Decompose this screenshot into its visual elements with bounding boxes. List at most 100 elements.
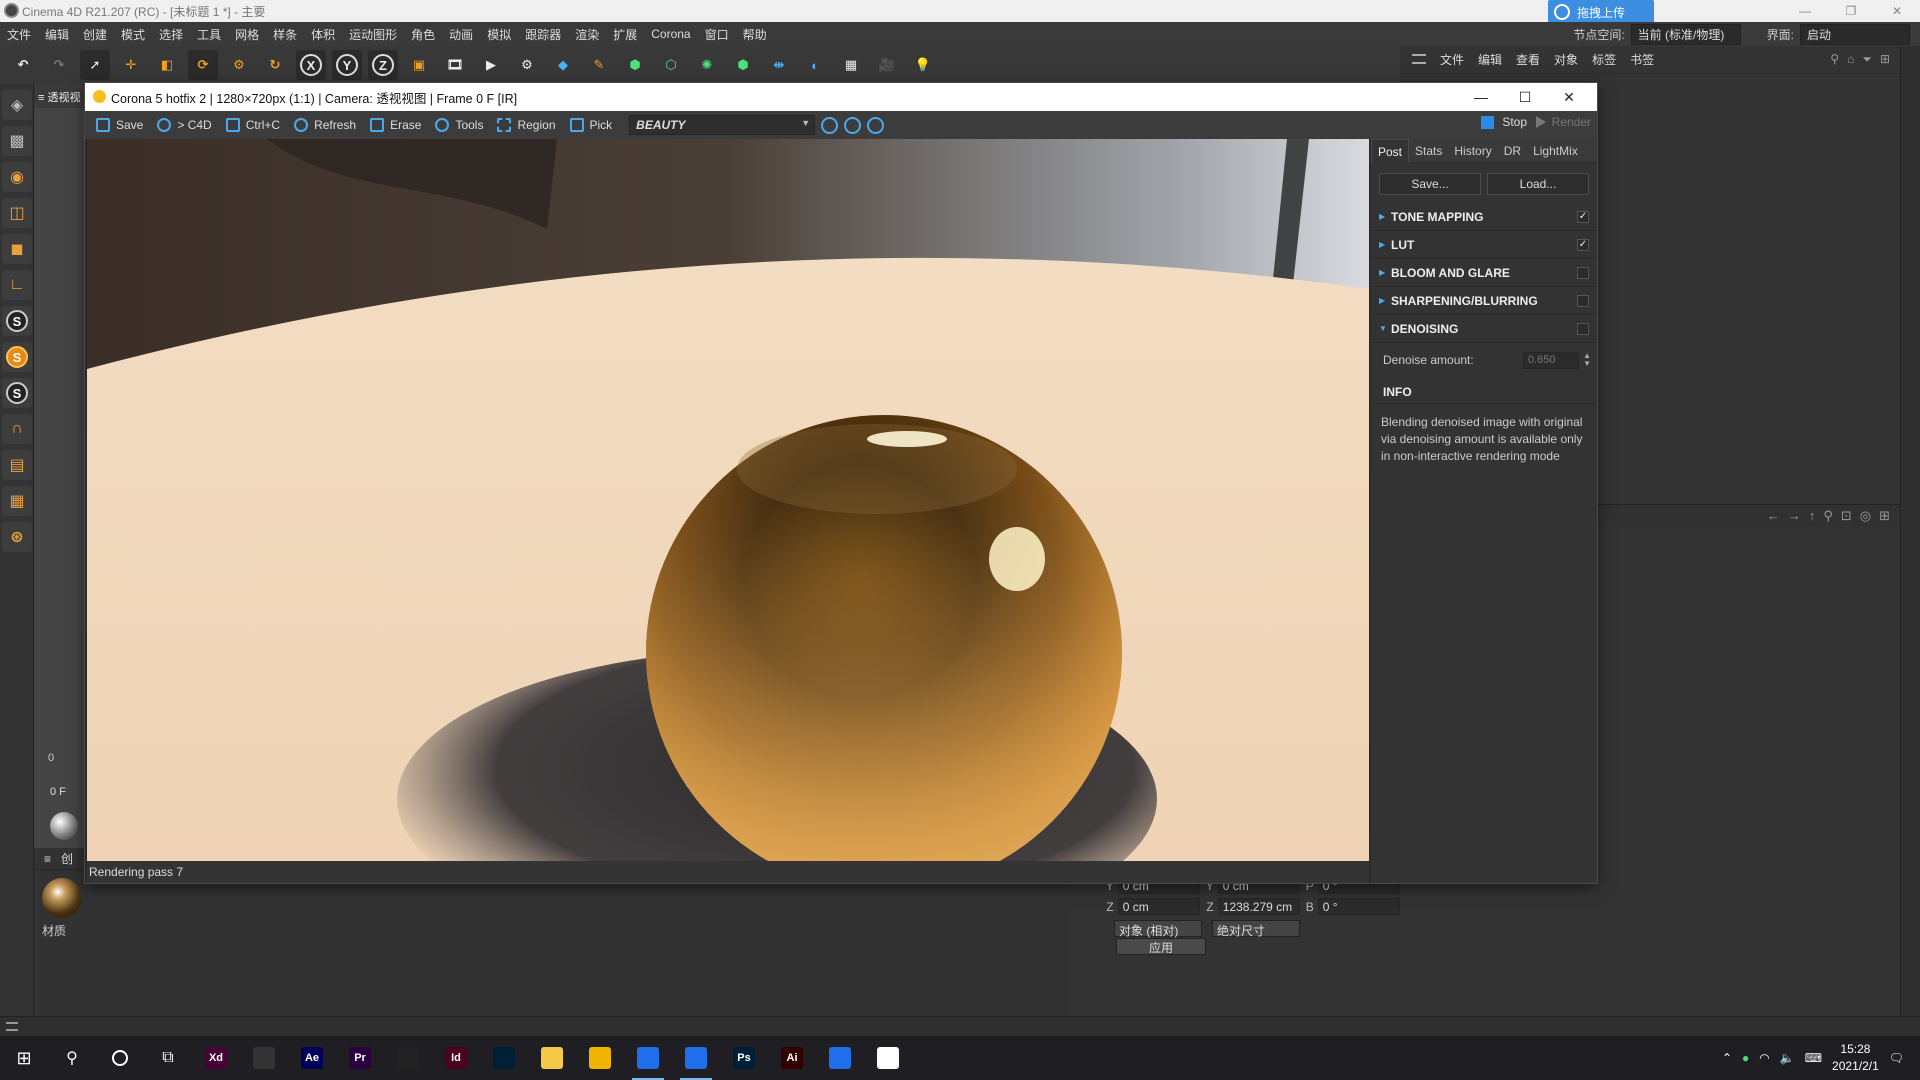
menu-item[interactable]: 体积 — [304, 26, 342, 43]
move-tool-icon[interactable]: ✛ — [116, 50, 146, 80]
section-enable-checkbox[interactable] — [1577, 295, 1589, 307]
spinner-icon[interactable]: ▲ ▼ — [1583, 352, 1591, 368]
post-section[interactable]: ▶ TONE MAPPING ✓ — [1371, 203, 1597, 231]
menu-icon[interactable] — [6, 1022, 18, 1031]
home-icon[interactable]: ⌂ — [1847, 52, 1854, 67]
network-icon[interactable]: ◠ — [1759, 1051, 1769, 1065]
target-icon[interactable]: ◎ — [1860, 508, 1871, 524]
material-thumbnail[interactable] — [42, 878, 82, 918]
axis-mode-icon[interactable]: ∟ — [2, 270, 32, 300]
coordinate-mode-dropdown[interactable]: 对象 (相对) — [1114, 920, 1202, 938]
render-settings-icon[interactable]: ⚙ — [512, 50, 542, 80]
post-section[interactable]: ▶ LUT ✓ — [1371, 231, 1597, 259]
task-view-icon[interactable]: ⧉ — [144, 1036, 192, 1080]
new-window-icon[interactable]: ⊞ — [1880, 52, 1890, 67]
size-mode-dropdown[interactable]: 绝对尺寸 — [1212, 920, 1300, 938]
rotate-icon[interactable]: ↻ — [260, 50, 290, 80]
post-section[interactable]: ▶ SHARPENING/BLURRING — [1371, 287, 1597, 315]
menu-item[interactable]: 动画 — [442, 26, 480, 43]
notification-icon[interactable]: 🗨 — [1889, 1051, 1904, 1065]
polygons-mode-icon[interactable]: ◼ — [2, 234, 32, 264]
baidu-netdisk-icon[interactable] — [864, 1036, 912, 1080]
edges-mode-icon[interactable]: ◫ — [2, 198, 32, 228]
tab-lightmix[interactable]: LightMix — [1527, 139, 1584, 163]
scale-tool-icon[interactable]: ◧ — [152, 50, 182, 80]
refresh-button[interactable]: Refresh — [287, 113, 363, 137]
minimize-icon[interactable]: — — [1459, 83, 1503, 111]
zoom-out-icon[interactable] — [844, 116, 862, 134]
tab-dr[interactable]: DR — [1498, 139, 1527, 163]
after-effects-app-icon[interactable]: Ae — [288, 1036, 336, 1080]
tab-stats[interactable]: Stats — [1409, 139, 1448, 163]
section-enable-checkbox[interactable]: ✓ — [1577, 211, 1589, 223]
subdivision-icon[interactable]: ⬢ — [620, 50, 650, 80]
extrude-icon[interactable]: ⬡ — [656, 50, 686, 80]
up-icon[interactable]: ↑ — [1809, 508, 1816, 524]
coordinate-system-icon[interactable]: ▣ — [404, 50, 434, 80]
upload-button[interactable]: 拖拽上传 — [1548, 0, 1654, 24]
object-manager-menu-item[interactable]: 标签 — [1592, 51, 1616, 68]
region-button[interactable]: Region — [490, 113, 562, 137]
menu-item[interactable]: 编辑 — [38, 26, 76, 43]
menu-item[interactable]: 跟踪器 — [518, 26, 568, 43]
object-manager-menu-item[interactable]: 对象 — [1554, 51, 1578, 68]
forward-icon[interactable]: → — [1788, 508, 1801, 524]
cinema4d-app-icon[interactable] — [384, 1036, 432, 1080]
chevron-up-icon[interactable]: ⌃ — [1722, 1051, 1732, 1065]
illustrator-app-icon[interactable]: Ai — [768, 1036, 816, 1080]
filter-icon[interactable]: ⏷ — [1862, 52, 1872, 67]
cube-icon[interactable]: ◆ — [548, 50, 578, 80]
maximize-icon[interactable]: ☐ — [1503, 83, 1547, 111]
apply-button[interactable]: 应用 — [1116, 938, 1206, 955]
floor-icon[interactable]: ▦ — [836, 50, 866, 80]
snap-icon[interactable]: S — [2, 306, 32, 336]
cubes-icon[interactable]: ⬢ — [728, 50, 758, 80]
post-load-button[interactable]: Load... — [1487, 173, 1589, 195]
chat-app-icon[interactable] — [816, 1036, 864, 1080]
obs-app-icon[interactable] — [240, 1036, 288, 1080]
notes-app-icon[interactable] — [528, 1036, 576, 1080]
render-pass-dropdown[interactable]: BEAUTY ▼ — [629, 115, 816, 135]
render-canvas[interactable] — [87, 139, 1369, 861]
indesign-app-icon[interactable]: Id — [432, 1036, 480, 1080]
menu-item[interactable]: 帮助 — [736, 26, 774, 43]
tab-history[interactable]: History — [1448, 139, 1497, 163]
menu-item[interactable]: 工具 — [190, 26, 228, 43]
pen-icon[interactable]: ✎ — [584, 50, 614, 80]
menu-item[interactable]: 角色 — [404, 26, 442, 43]
snap-mode-icon[interactable]: S — [2, 378, 32, 408]
menu-item[interactable]: 网格 — [228, 26, 266, 43]
start-icon[interactable]: ⊞ — [0, 1036, 48, 1080]
menu-item[interactable]: 窗口 — [698, 26, 736, 43]
x-axis-icon[interactable]: X — [296, 50, 326, 80]
material-name[interactable]: 材质 — [42, 922, 66, 939]
menu-item[interactable]: 模拟 — [480, 26, 518, 43]
menu-item[interactable]: 创建 — [76, 26, 114, 43]
new-window-icon[interactable]: ⊞ — [1879, 508, 1890, 524]
mesh-mode-icon[interactable]: ▩ — [2, 126, 32, 156]
menu-icon[interactable] — [1412, 54, 1426, 64]
position-field[interactable]: 0 cm — [1117, 898, 1200, 915]
frame-field[interactable]: 0 F — [50, 786, 84, 802]
post-section[interactable]: ▼ DENOISING — [1371, 315, 1597, 343]
node-space-dropdown[interactable]: 当前 (标准/物理) — [1630, 24, 1741, 45]
menu-item[interactable]: 运动图形 — [342, 26, 404, 43]
lock-icon[interactable]: ⊡ — [1841, 508, 1852, 524]
render-region-icon[interactable]: 🎞 — [440, 50, 470, 80]
render-view-icon[interactable]: ▶ — [476, 50, 506, 80]
menu-item[interactable]: 文件 — [0, 26, 38, 43]
post-section[interactable]: ▶ BLOOM AND GLARE — [1371, 259, 1597, 287]
points-mode-icon[interactable]: ◉ — [2, 162, 32, 192]
xd-app-icon[interactable]: Xd — [192, 1036, 240, 1080]
section-enable-checkbox[interactable]: ✓ — [1577, 239, 1589, 251]
rotate-tool-icon[interactable]: ⟳ — [188, 50, 218, 80]
deformer-icon[interactable]: ⇹ — [764, 50, 794, 80]
copy-button[interactable]: Ctrl+C — [219, 113, 287, 137]
stop-button[interactable]: Stop — [1481, 115, 1527, 129]
volume-icon[interactable]: 🔈 — [1780, 1051, 1795, 1065]
section-enable-checkbox[interactable] — [1577, 323, 1589, 335]
material-ball-icon[interactable] — [50, 812, 78, 840]
denoise-amount-input[interactable]: 0.650 — [1523, 352, 1579, 369]
file-explorer-icon[interactable] — [576, 1036, 624, 1080]
snap-settings-icon[interactable]: S — [2, 342, 32, 372]
